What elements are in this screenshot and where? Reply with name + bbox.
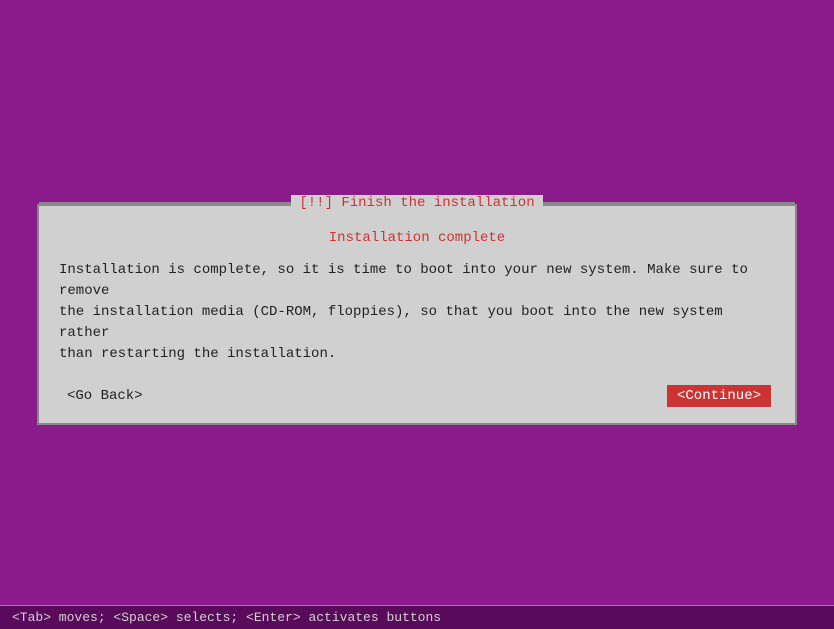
installation-complete-title: Installation complete: [59, 230, 775, 246]
continue-button[interactable]: <Continue>: [667, 385, 771, 407]
title-line-right: [543, 202, 795, 204]
status-bar: <Tab> moves; <Space> selects; <Enter> ac…: [0, 605, 834, 629]
dialog-title-bar: [!!] Finish the installation: [39, 195, 795, 211]
dialog-content: Installation complete Installation is co…: [39, 206, 795, 423]
dialog-buttons: <Go Back> <Continue>: [59, 385, 775, 407]
go-back-button[interactable]: <Go Back>: [63, 386, 147, 406]
title-line-left: [39, 202, 291, 204]
dialog-wrapper: [!!] Finish the installation Installatio…: [37, 204, 797, 425]
screen-container: [!!] Finish the installation Installatio…: [0, 0, 834, 629]
dialog-box: [!!] Finish the installation Installatio…: [37, 204, 797, 425]
installation-message: Installation is complete, so it is time …: [59, 260, 775, 365]
dialog-title: [!!] Finish the installation: [291, 195, 542, 211]
